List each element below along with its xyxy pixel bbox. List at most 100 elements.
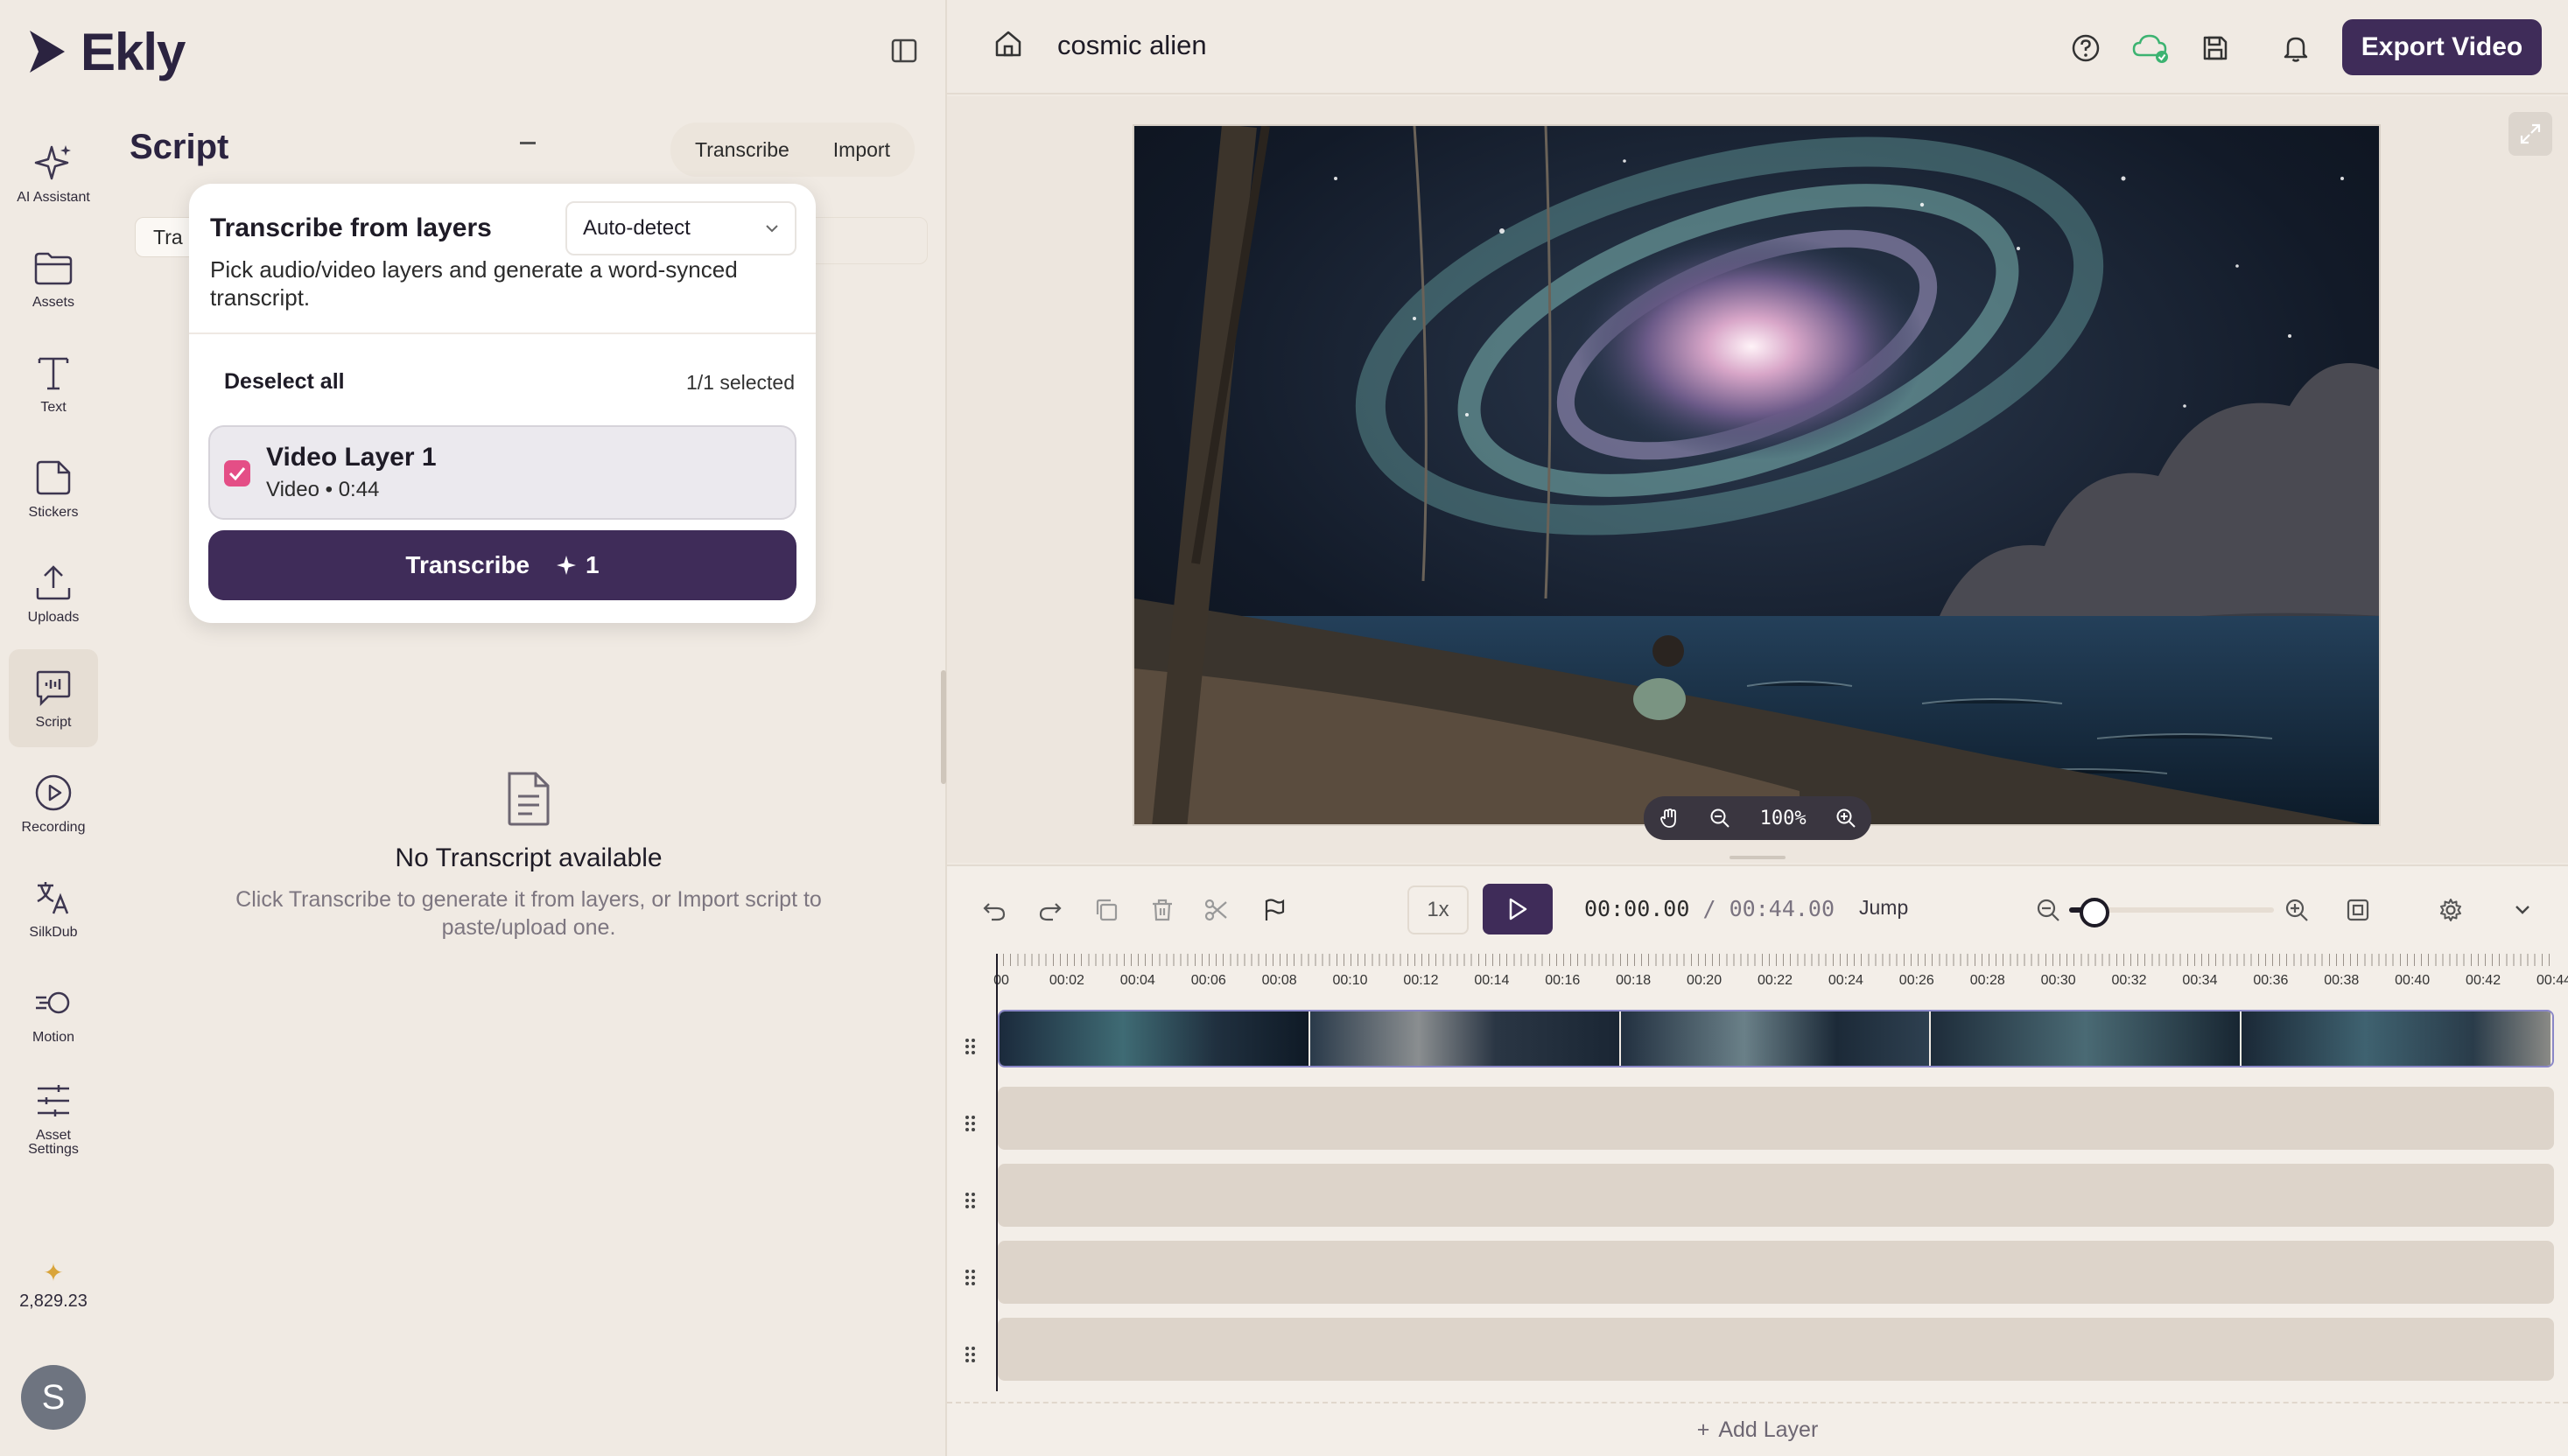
track-drag-handle[interactable] [963,1113,980,1134]
deselect-all-button[interactable]: Deselect all [224,369,345,395]
track-drag-handle[interactable] [963,1190,980,1211]
fullscreen-button[interactable] [2508,112,2552,156]
check-icon [228,467,246,480]
timeline-settings-button[interactable] [2433,892,2468,928]
minimize-icon[interactable] [520,142,536,144]
layer-checkbox[interactable] [224,460,250,486]
project-title[interactable]: cosmic alien [1057,30,1207,61]
flag-icon [1265,899,1285,920]
empty-track[interactable] [998,1087,2554,1150]
jump-button[interactable]: Jump [1859,896,1908,920]
grip-icon [965,1347,975,1362]
rail-label: Motion [32,1030,75,1045]
export-video-button[interactable]: Export Video [2342,19,2542,75]
rail-label: SilkDub [29,925,78,940]
video-preview[interactable] [1133,124,2381,826]
credits-value: 2,829.23 [19,1292,88,1311]
ruler-tick-label: 00:32 [2111,973,2147,988]
transcribe-button[interactable]: Transcribe 1 [208,530,796,600]
sidebar-toggle-button[interactable] [884,33,924,68]
home-button[interactable] [993,28,1024,60]
language-select[interactable]: Auto-detect [565,201,796,256]
app-logo[interactable]: Ekly [26,19,186,84]
slider-knob[interactable] [2079,898,2109,928]
rail-item-asset-settings[interactable]: Asset Settings [9,1069,98,1167]
ruler-tick-label: 00:28 [1969,973,2005,988]
script-tabs: Transcribe Import [670,122,915,177]
preview-resize-handle[interactable] [1730,856,1786,859]
transcribe-popover: Transcribe from layers Auto-detect Pick … [189,184,816,623]
timeline-zoom-slider[interactable] [2069,898,2274,928]
timeline-zoom-in-button[interactable] [2279,892,2314,928]
rail-label: Asset Settings [28,1128,79,1157]
rail-item-recording[interactable]: Recording [9,754,98,852]
marker-button[interactable] [1257,892,1292,928]
rail-item-motion[interactable]: Motion [9,964,98,1062]
sliders-icon [38,1085,69,1116]
expand-icon [2520,123,2541,144]
add-layer-label: Add Layer [1718,1417,1819,1442]
cloud-sync-status[interactable] [2130,28,2171,68]
sparkle-icon [557,556,577,575]
folder-icon [34,252,73,285]
rail-label: Stickers [28,505,79,520]
rail-label: AI Assistant [17,190,90,205]
rail-item-text[interactable]: Text [9,334,98,432]
empty-track[interactable] [998,1318,2554,1381]
credit-cost-value: 1 [586,551,600,578]
panel-title: Script [130,128,229,166]
play-circle-icon [35,774,72,811]
collapse-timeline-button[interactable] [2505,892,2540,928]
app-name: Ekly [81,22,186,81]
zoom-in-icon[interactable] [1835,807,1857,830]
duplicate-button[interactable] [1089,892,1124,928]
timeline-zoom-out-button[interactable] [2031,892,2066,928]
save-button[interactable] [2195,28,2235,68]
video-clip[interactable] [998,1010,2554,1068]
zoom-out-icon [2037,899,2059,921]
ruler-tick-label: 00:24 [1828,973,1863,988]
zoom-out-icon[interactable] [1708,807,1731,830]
user-avatar[interactable]: S [21,1365,86,1430]
zoom-in-icon [2285,899,2308,921]
track-drag-handle[interactable] [963,1344,980,1365]
play-button[interactable] [1483,884,1553,934]
rail-item-silkdub[interactable]: SilkDub [9,859,98,957]
rail-item-uploads[interactable]: Uploads [9,544,98,642]
playback-speed-button[interactable]: 1x [1407,886,1469,934]
add-layer-button[interactable]: + Add Layer [947,1402,2568,1456]
empty-description: Click Transcribe to generate it from lay… [235,887,822,940]
total-duration: 00:44.00 [1729,896,1835,921]
tab-transcribe[interactable]: Transcribe [676,128,809,172]
panel-resize-handle[interactable] [941,670,946,784]
layer-option[interactable]: Video Layer 1 Video • 0:44 [208,425,796,520]
undo-icon [983,903,1006,921]
help-button[interactable] [2066,28,2106,68]
track-drag-handle[interactable] [963,1267,980,1288]
selected-count: 1/1 selected [685,371,795,394]
save-icon [2203,36,2228,60]
chevron-down-icon [766,225,778,233]
empty-track[interactable] [998,1164,2554,1227]
empty-track[interactable] [998,1241,2554,1304]
undo-button[interactable] [977,892,1012,928]
rail-item-stickers[interactable]: Stickers [9,439,98,537]
redo-button[interactable] [1033,892,1068,928]
track-drag-handle[interactable] [963,1036,980,1057]
split-button[interactable] [1199,892,1234,928]
tab-import[interactable]: Import [814,128,909,172]
clip-thumbnail [1000,1012,1310,1066]
rail-item-assets[interactable]: Assets [9,229,98,327]
hand-tool-icon[interactable] [1658,807,1680,830]
credits-balance[interactable]: ✦ 2,829.23 [9,1260,98,1312]
ruler-tick-label: 00:20 [1687,973,1723,988]
rail-item-script[interactable]: Script [9,649,98,747]
fit-timeline-button[interactable] [2340,892,2375,928]
ruler-tick-label: 00:12 [1403,973,1439,988]
left-rail: AI Assistant Assets Text Stickers Upload… [9,124,98,1174]
delete-button[interactable] [1145,892,1180,928]
notifications-button[interactable] [2276,28,2316,68]
timeline-ruler[interactable]: 00 00:02 00:04 00:06 00:08 00:10 00:12 00:14 00:… [993,954,2568,994]
rail-item-ai-assistant[interactable]: AI Assistant [9,124,98,222]
playhead[interactable] [996,954,998,1391]
